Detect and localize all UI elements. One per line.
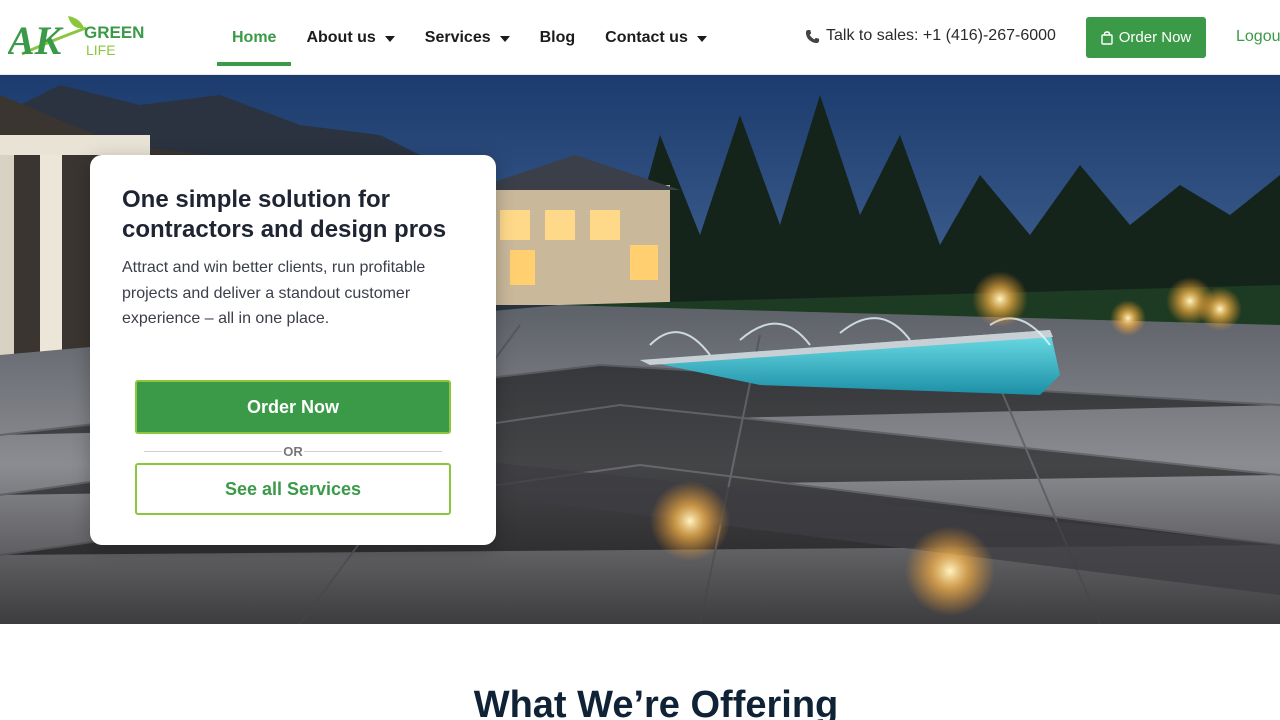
offering-section-title: What We’re Offering [473,684,839,720]
header-order-now-label: Order Now [1118,29,1192,46]
nav-blog-label: Blog [539,28,576,46]
nav-about-us-label: About us [306,28,376,46]
logo-letters: AK [8,18,64,60]
hero-card: One simple solution for contractors and … [90,155,496,545]
phone-icon [805,29,820,43]
nav-contact-us-label: Contact us [605,28,688,46]
or-divider: OR [144,443,442,459]
sales-phone-link[interactable]: Talk to sales: +1 (416)-267-6000 [805,27,1056,45]
header-order-now-button[interactable]: Order Now [1086,17,1206,58]
hero-title: One simple solution for contractors and … [122,186,447,243]
hero-order-now-button[interactable]: Order Now [135,380,451,434]
hero-description: Attract and win better clients, run prof… [122,259,426,327]
chevron-down-icon [499,35,510,42]
nav-services-label: Services [424,28,491,46]
nav-contact-us[interactable]: Contact us [590,0,722,75]
divider-line [304,451,442,452]
site-header: AK GREEN LIFE Home About us Services Blo… [0,0,1280,75]
nav-services[interactable]: Services [410,0,525,75]
chevron-down-icon [696,35,707,42]
chevron-down-icon [384,35,395,42]
shopping-bag-icon [1101,30,1113,45]
nav-home-label: Home [232,28,277,46]
nav-about-us[interactable]: About us [291,0,409,75]
logo-word-green: GREEN [84,23,144,42]
logo-word-life: LIFE [86,42,116,58]
nav-blog[interactable]: Blog [525,0,591,75]
main-nav: Home About us Services Blog Contact us [217,0,722,75]
sales-phone-text: Talk to sales: +1 (416)-267-6000 [826,27,1056,44]
see-all-services-button[interactable]: See all Services [135,463,451,515]
ak-green-life-logo[interactable]: AK GREEN LIFE [8,14,148,60]
logout-link[interactable]: Logout [1236,28,1280,46]
hero-section: One simple solution for contractors and … [0,75,1280,624]
nav-home[interactable]: Home [217,0,292,75]
